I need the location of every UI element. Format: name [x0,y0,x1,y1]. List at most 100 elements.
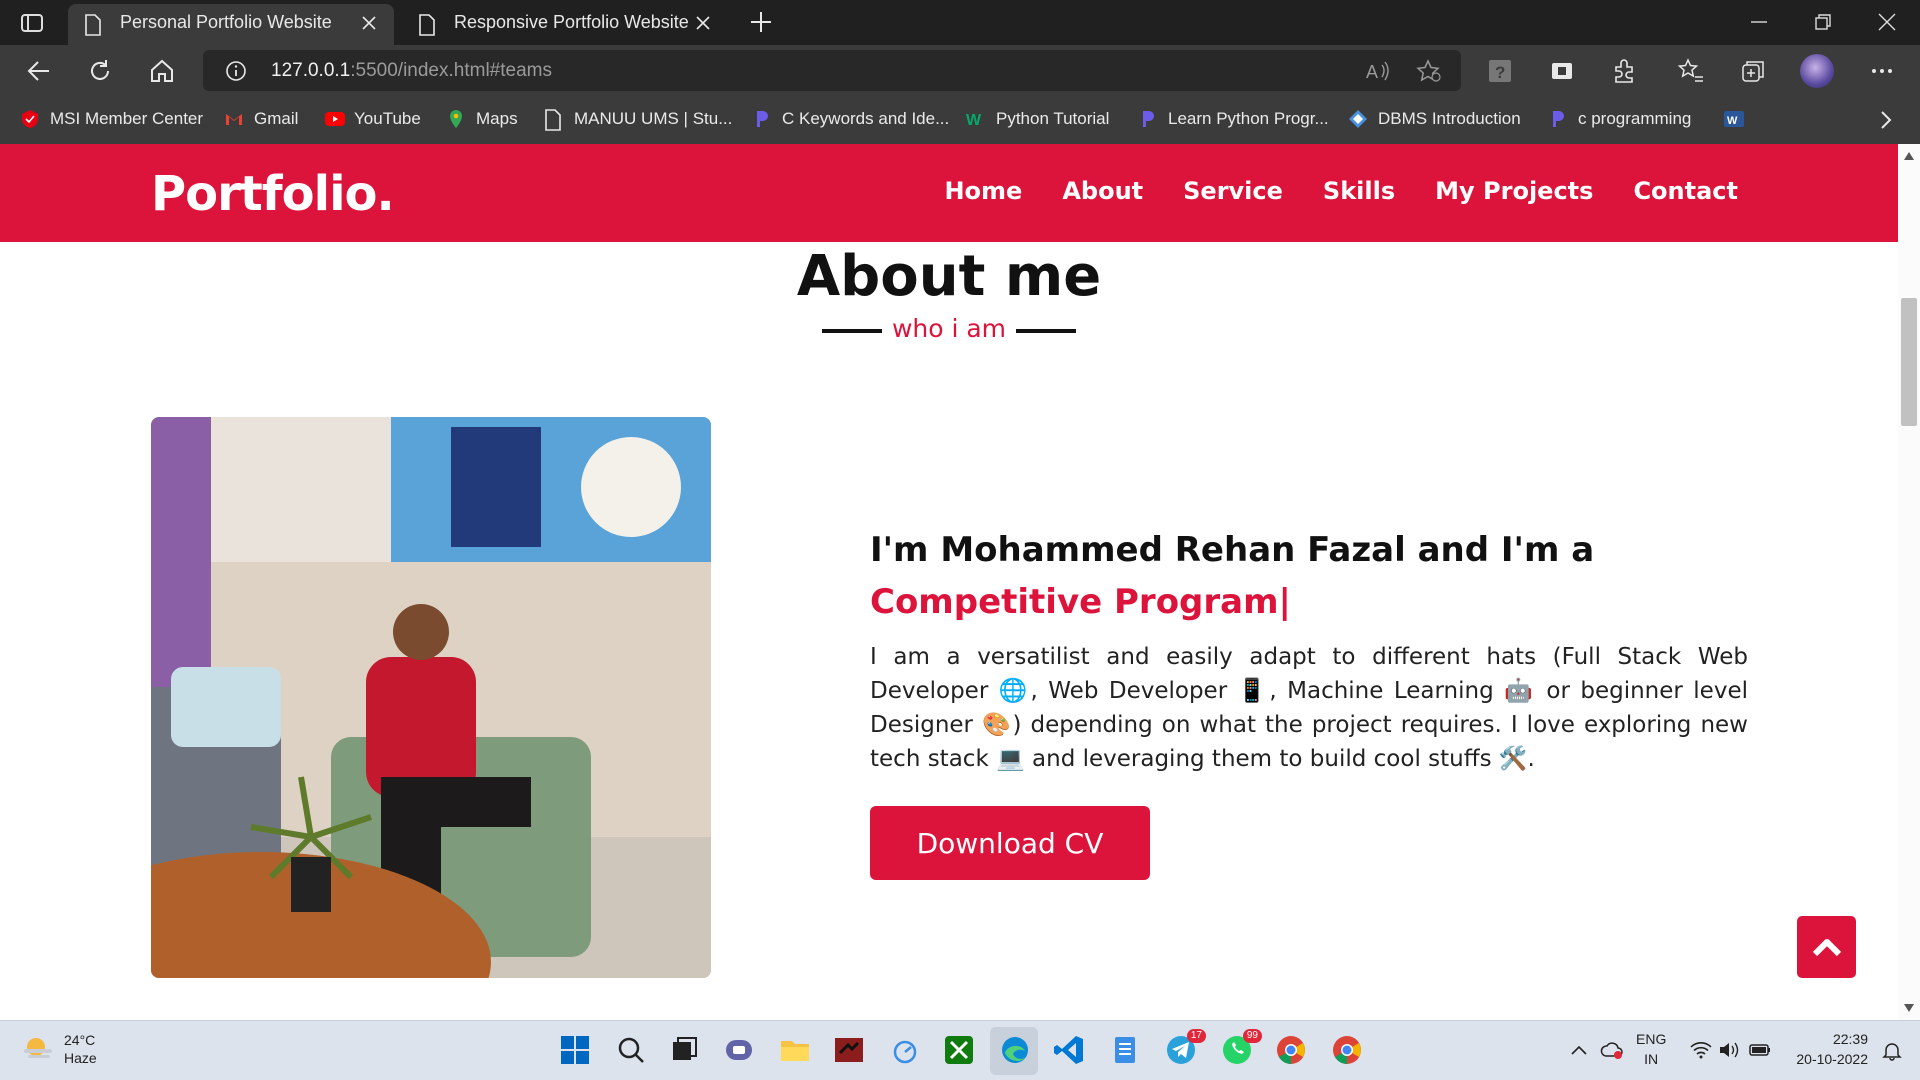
url-host: 127.0.0.1 [271,60,351,81]
svg-text:A: A [1366,62,1378,82]
bookmark-label: Maps [476,109,518,128]
favorites-icon[interactable] [1677,57,1705,85]
section-subtitle: who i am [891,314,1007,343]
language-indicator[interactable]: ENG IN [1636,1029,1666,1069]
bookmark-c-keywords[interactable]: C Keywords and Ide... [752,105,949,133]
page-scrollbar[interactable] [1898,144,1920,1020]
bookmark-learn-python[interactable]: Learn Python Progr... [1138,105,1329,133]
bookmark-youtube[interactable]: YouTube [324,105,421,133]
windows-start-icon[interactable] [558,1033,592,1067]
msi-icon [20,109,40,129]
info-icon[interactable] [225,60,247,82]
extension-help-icon[interactable]: ? [1486,57,1514,85]
profile-avatar[interactable] [1800,54,1834,88]
page-icon [419,14,435,36]
site-logo[interactable]: Portfolio. [151,166,395,222]
volume-icon[interactable] [1718,1041,1740,1059]
tab-actions-icon[interactable] [18,10,46,36]
task-view-icon[interactable] [668,1033,702,1067]
bookmark-label: C Keywords and Ide... [782,109,950,128]
restore-icon[interactable] [1812,10,1834,34]
page-icon [85,14,101,36]
tab-title: Responsive Portfolio Website [454,12,689,32]
tab-personal-portfolio[interactable]: Personal Portfolio Website [68,4,394,45]
nav-service[interactable]: Service [1183,177,1283,205]
w3-icon: W [966,109,986,129]
about-content: I'm Mohammed Rehan Fazal and I'm a Compe… [870,524,1748,776]
nav-skills[interactable]: Skills [1323,177,1395,205]
bookmark-word[interactable]: W [1722,105,1752,133]
speedometer-icon[interactable] [888,1033,922,1067]
bookmark-c-programming[interactable]: c programming [1548,105,1691,133]
notepad-icon[interactable] [1108,1033,1142,1067]
svg-text:?: ? [1495,63,1505,82]
collections-icon[interactable] [1739,57,1767,85]
telegram-app[interactable]: 17 [1164,1029,1206,1067]
weather-widget[interactable]: 24°C Haze [22,1031,97,1067]
cloud-icon[interactable] [1600,1039,1624,1061]
extension-icon[interactable] [1548,57,1576,85]
svg-text:W: W [966,112,982,129]
chrome-profile-icon[interactable] [1330,1033,1364,1067]
refresh-icon[interactable] [86,57,114,85]
download-cv-button[interactable]: Download CV [870,806,1150,880]
vscode-icon[interactable] [1052,1033,1086,1067]
url-text[interactable]: 127.0.0.1:5500/index.html#teams [271,60,552,82]
lang-code: ENG [1636,1031,1667,1047]
file-explorer-icon[interactable] [778,1033,812,1067]
teams-chat-icon[interactable] [722,1033,756,1067]
bookmarks-bar: MSI Member Center Gmail YouTube Maps MAN… [0,97,1920,144]
close-icon[interactable] [360,14,378,32]
chevron-up-icon [1812,939,1841,957]
bookmark-label: MANUU UMS | Stu... [574,109,733,128]
nav-my-projects[interactable]: My Projects [1435,177,1593,205]
maps-icon [446,109,466,129]
bookmark-label: DBMS Introduction [1378,109,1521,128]
bookmark-msi[interactable]: MSI Member Center [20,105,203,133]
telegram-badge: 17 [1186,1029,1206,1043]
chevron-up-icon[interactable] [1570,1043,1588,1057]
read-aloud-icon[interactable]: A [1365,59,1391,83]
bookmark-gmail[interactable]: Gmail [224,105,298,133]
scrollbar-thumb[interactable] [1901,298,1917,426]
chrome-icon[interactable] [1274,1033,1308,1067]
xbox-icon[interactable] [942,1033,976,1067]
tab-responsive-portfolio[interactable]: Responsive Portfolio Website [402,4,728,45]
bookmark-label: MSI Member Center [50,109,204,128]
url-path: :5500/index.html#teams [350,60,552,81]
weather-desc: Haze [64,1050,97,1066]
more-menu-icon[interactable] [1868,57,1896,85]
taskbar: 24°C Haze 17 99 ENG IN 22:39 20-10-2022 [0,1020,1920,1080]
nav-contact[interactable]: Contact [1633,177,1738,205]
back-icon[interactable] [25,57,53,85]
nav-home[interactable]: Home [944,177,1022,205]
close-window-icon[interactable] [1876,10,1898,34]
bookmark-dbms[interactable]: DBMS Introduction [1348,105,1521,133]
scroll-down-icon[interactable] [1904,1004,1914,1012]
extensions-puzzle-icon[interactable] [1610,57,1638,85]
edge-icon[interactable] [998,1033,1032,1067]
favorite-add-icon[interactable] [1416,59,1442,83]
notification-icon[interactable] [1882,1041,1902,1061]
whatsapp-app[interactable]: 99 [1220,1029,1262,1067]
new-tab-icon[interactable] [748,9,774,35]
close-icon[interactable] [694,14,712,32]
bookmark-python-tutorial[interactable]: W Python Tutorial [966,105,1109,133]
bookmark-maps[interactable]: Maps [446,105,518,133]
app-icon-red[interactable] [832,1033,866,1067]
chevron-right-icon[interactable] [1876,109,1896,131]
clock-time: 22:39 [1832,1031,1868,1047]
clock[interactable]: 22:39 20-10-2022 [1784,1029,1868,1069]
search-icon[interactable] [614,1033,648,1067]
battery-icon[interactable] [1748,1041,1772,1059]
address-bar[interactable]: 127.0.0.1:5500/index.html#teams A [203,50,1461,91]
minimize-icon[interactable] [1748,10,1770,34]
typed-role-text: Competitive Program| [870,582,1291,622]
home-icon[interactable] [148,57,176,85]
nav-about[interactable]: About [1062,177,1143,205]
bookmark-label: Gmail [254,109,299,128]
scroll-up-icon[interactable] [1904,152,1914,160]
wifi-icon[interactable] [1690,1041,1712,1059]
scroll-to-top-button[interactable] [1797,916,1856,978]
bookmark-manuu[interactable]: MANUU UMS | Stu... [544,105,732,133]
